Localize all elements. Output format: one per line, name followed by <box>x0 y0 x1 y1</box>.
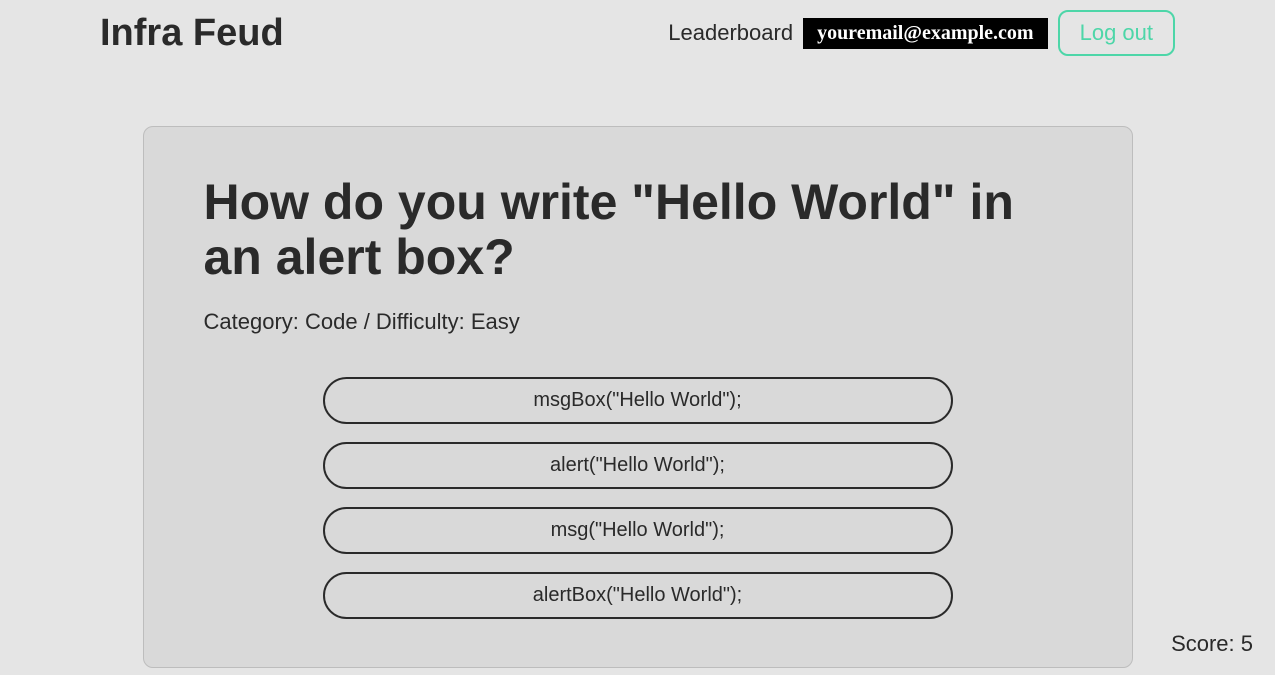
answer-option-1[interactable]: alert("Hello World"); <box>323 442 953 489</box>
app-title: Infra Feud <box>100 12 284 55</box>
logout-button[interactable]: Log out <box>1058 10 1175 56</box>
answer-options: msgBox("Hello World"); alert("Hello Worl… <box>204 377 1072 619</box>
header: Infra Feud Leaderboard youremail@example… <box>0 0 1275 66</box>
leaderboard-link[interactable]: Leaderboard <box>668 20 793 46</box>
user-email-badge: youremail@example.com <box>803 18 1048 49</box>
score-label: Score: 5 <box>1171 631 1253 657</box>
header-right: Leaderboard youremail@example.com Log ou… <box>668 10 1175 56</box>
question-meta: Category: Code / Difficulty: Easy <box>204 309 1072 335</box>
answer-option-0[interactable]: msgBox("Hello World"); <box>323 377 953 424</box>
answer-option-3[interactable]: alertBox("Hello World"); <box>323 572 953 619</box>
question-card: How do you write "Hello World" in an ale… <box>143 126 1133 668</box>
question-title: How do you write "Hello World" in an ale… <box>204 175 1072 285</box>
answer-option-2[interactable]: msg("Hello World"); <box>323 507 953 554</box>
